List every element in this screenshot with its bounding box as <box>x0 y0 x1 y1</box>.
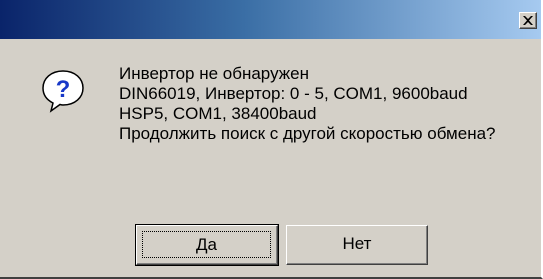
no-button-label: Нет <box>342 234 372 253</box>
close-button[interactable] <box>519 12 537 29</box>
question-icon: ? <box>42 70 84 113</box>
title-bar <box>0 0 541 39</box>
message-line-2: DIN66019, Инвертор: 0 - 5, COM1, 9600bau… <box>119 84 468 103</box>
close-icon <box>523 16 533 25</box>
message-text: Инвертор не обнаружен DIN66019, Инвертор… <box>119 64 529 144</box>
message-line-3: HSP5, COM1, 38400baud <box>119 104 317 123</box>
message-line-1: Инвертор не обнаружен <box>119 64 309 83</box>
yes-button[interactable]: Да <box>135 224 279 266</box>
no-button[interactable]: Нет <box>286 225 428 265</box>
message-line-4: Продолжить поиск с другой скоростью обме… <box>119 124 496 143</box>
message-dialog: ? Инвертор не обнаружен DIN66019, Инверт… <box>0 0 543 279</box>
yes-button-label: Да <box>142 231 271 258</box>
question-glyph: ? <box>56 76 71 103</box>
